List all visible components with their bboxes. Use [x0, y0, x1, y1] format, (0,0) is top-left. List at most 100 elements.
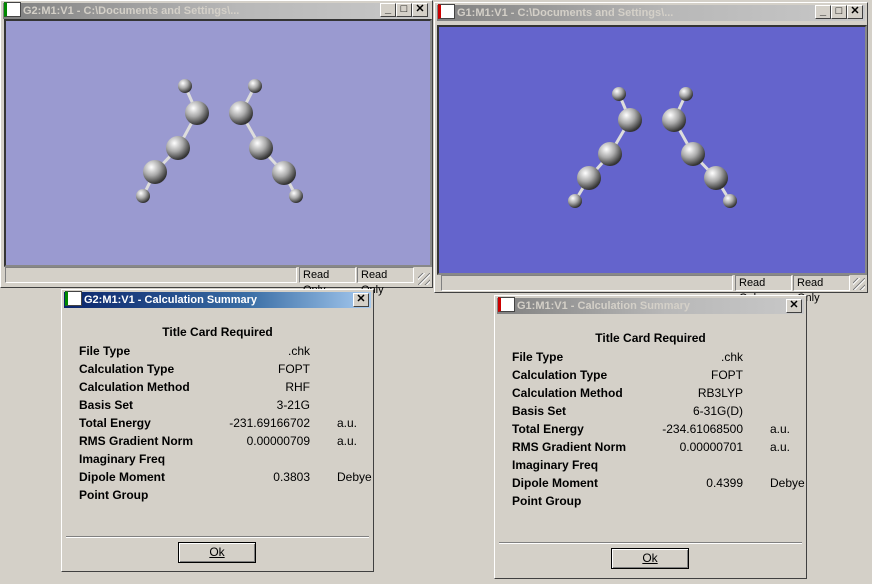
dialog-heading: Title Card Required [595, 331, 706, 345]
row-label: Dipole Moment [512, 476, 598, 490]
minimize-button[interactable]: _ [380, 3, 396, 17]
carbon-atom [185, 101, 209, 125]
row-label: Point Group [512, 494, 582, 508]
read-only-status: Read Only [357, 267, 414, 296]
title-bar[interactable]: G1:M1:V1 - C:\Documents and Settings\... [437, 5, 865, 21]
hydrogen-atom [723, 194, 737, 208]
carbon-atom [577, 166, 601, 190]
molecule-window-g2: G2:M1:V1 - C:\Documents and Settings\...… [0, 0, 433, 296]
summary-row: File Type .chk [512, 350, 806, 366]
row-unit: a.u. [770, 440, 791, 454]
ok-button[interactable]: Ok [611, 548, 689, 569]
maximize-button[interactable]: □ [396, 3, 412, 17]
summary-row: Dipole Moment 0.4399 Debye [512, 476, 806, 492]
read-only-status: Read Only [735, 275, 792, 304]
hydrogen-atom [248, 79, 262, 93]
summary-row: Basis Set 3-21G [79, 398, 373, 414]
hydrogen-atom [178, 79, 192, 93]
summary-row: RMS Gradient Norm 0.00000709 a.u. [79, 434, 373, 450]
hydrogen-atom [136, 189, 150, 203]
summary-row: Point Group [79, 488, 373, 504]
carbon-atom [704, 166, 728, 190]
summary-row: Point Group [512, 494, 806, 510]
carbon-atom [618, 108, 642, 132]
divider [66, 536, 369, 538]
hydrogen-atom [612, 87, 626, 101]
close-button[interactable]: ✕ [786, 299, 802, 313]
row-unit: Debye [337, 470, 372, 484]
row-value: -234.61068500 [662, 422, 743, 436]
row-unit: a.u. [337, 416, 358, 430]
summary-row: Dipole Moment 0.3803 Debye [79, 470, 373, 486]
resize-grip[interactable] [418, 273, 430, 285]
row-label: Calculation Type [79, 362, 175, 376]
summary-row: Calculation Method RHF [79, 380, 373, 396]
row-value: .chk [287, 344, 310, 358]
minimize-button[interactable]: _ [815, 5, 831, 19]
status-message [441, 275, 733, 291]
molecule-model [568, 87, 737, 208]
molecule-window-g1: G1:M1:V1 - C:\Documents and Settings\...… [434, 2, 868, 304]
close-button[interactable]: ✕ [412, 3, 428, 17]
summary-row: Imaginary Freq [79, 452, 373, 468]
status-message [5, 267, 297, 283]
molecule-viewport[interactable] [437, 25, 867, 275]
summary-row: Total Energy -234.61068500 a.u. [512, 422, 806, 438]
carbon-atom [662, 108, 686, 132]
resize-grip[interactable] [853, 278, 865, 290]
summary-row: Total Energy -231.69166702 a.u. [79, 416, 373, 432]
row-value: 0.00000701 [679, 440, 743, 454]
row-label: Imaginary Freq [79, 452, 166, 466]
row-label: Calculation Method [512, 386, 623, 400]
read-only-status: Read Only [793, 275, 850, 304]
summary-row: Calculation Type FOPT [512, 368, 806, 384]
calculation-summary-dialog-g2: G2:M1:V1 - Calculation Summary ✕ Title Car… [61, 289, 374, 572]
row-label: RMS Gradient Norm [79, 434, 194, 448]
carbon-atom [272, 161, 296, 185]
row-label: File Type [512, 350, 564, 364]
dialog-title-bar[interactable]: G1:M1:V1 - Calculation Summary [497, 298, 804, 314]
app-icon [65, 291, 82, 306]
ok-button[interactable]: Ok [178, 542, 256, 563]
close-button[interactable]: ✕ [847, 5, 863, 19]
row-value: .chk [720, 350, 743, 364]
row-label: Total Energy [79, 416, 151, 430]
calculation-summary-dialog-g1: G1:M1:V1 - Calculation Summary ✕ Title Car… [494, 295, 807, 579]
row-label: RMS Gradient Norm [512, 440, 627, 454]
row-value: 0.3803 [273, 470, 310, 484]
row-label: Point Group [79, 488, 149, 502]
app-icon [498, 297, 515, 312]
row-label: Calculation Method [79, 380, 190, 394]
carbon-atom [229, 101, 253, 125]
row-label: File Type [79, 344, 131, 358]
row-value: RB3LYP [697, 386, 743, 400]
molecule-model [136, 79, 303, 203]
summary-row: Basis Set 6-31G(D) [512, 404, 806, 420]
app-icon [438, 4, 455, 19]
row-label: Basis Set [79, 398, 134, 412]
title-bar[interactable]: G2:M1:V1 - C:\Documents and Settings\... [3, 3, 430, 19]
app-icon [4, 2, 21, 17]
row-value: FOPT [711, 368, 743, 382]
hydrogen-atom [568, 194, 582, 208]
summary-row: RMS Gradient Norm 0.00000701 a.u. [512, 440, 806, 456]
summary-row: Calculation Type FOPT [79, 362, 373, 378]
row-label: Total Energy [512, 422, 584, 436]
row-value: 0.00000709 [246, 434, 310, 448]
hydrogen-atom [679, 87, 693, 101]
row-value: 3-21G [276, 398, 310, 412]
maximize-button[interactable]: □ [831, 5, 847, 19]
row-label: Imaginary Freq [512, 458, 599, 472]
row-label: Basis Set [512, 404, 567, 418]
row-unit: a.u. [770, 422, 791, 436]
carbon-atom [143, 160, 167, 184]
close-button[interactable]: ✕ [353, 293, 369, 307]
carbon-atom [249, 136, 273, 160]
row-value: FOPT [278, 362, 310, 376]
molecule-viewport[interactable] [4, 19, 432, 267]
row-unit: Debye [770, 476, 805, 490]
divider [499, 542, 802, 544]
hydrogen-atom [289, 189, 303, 203]
dialog-title-bar[interactable]: G2:M1:V1 - Calculation Summary [64, 292, 371, 308]
carbon-atom [598, 142, 622, 166]
